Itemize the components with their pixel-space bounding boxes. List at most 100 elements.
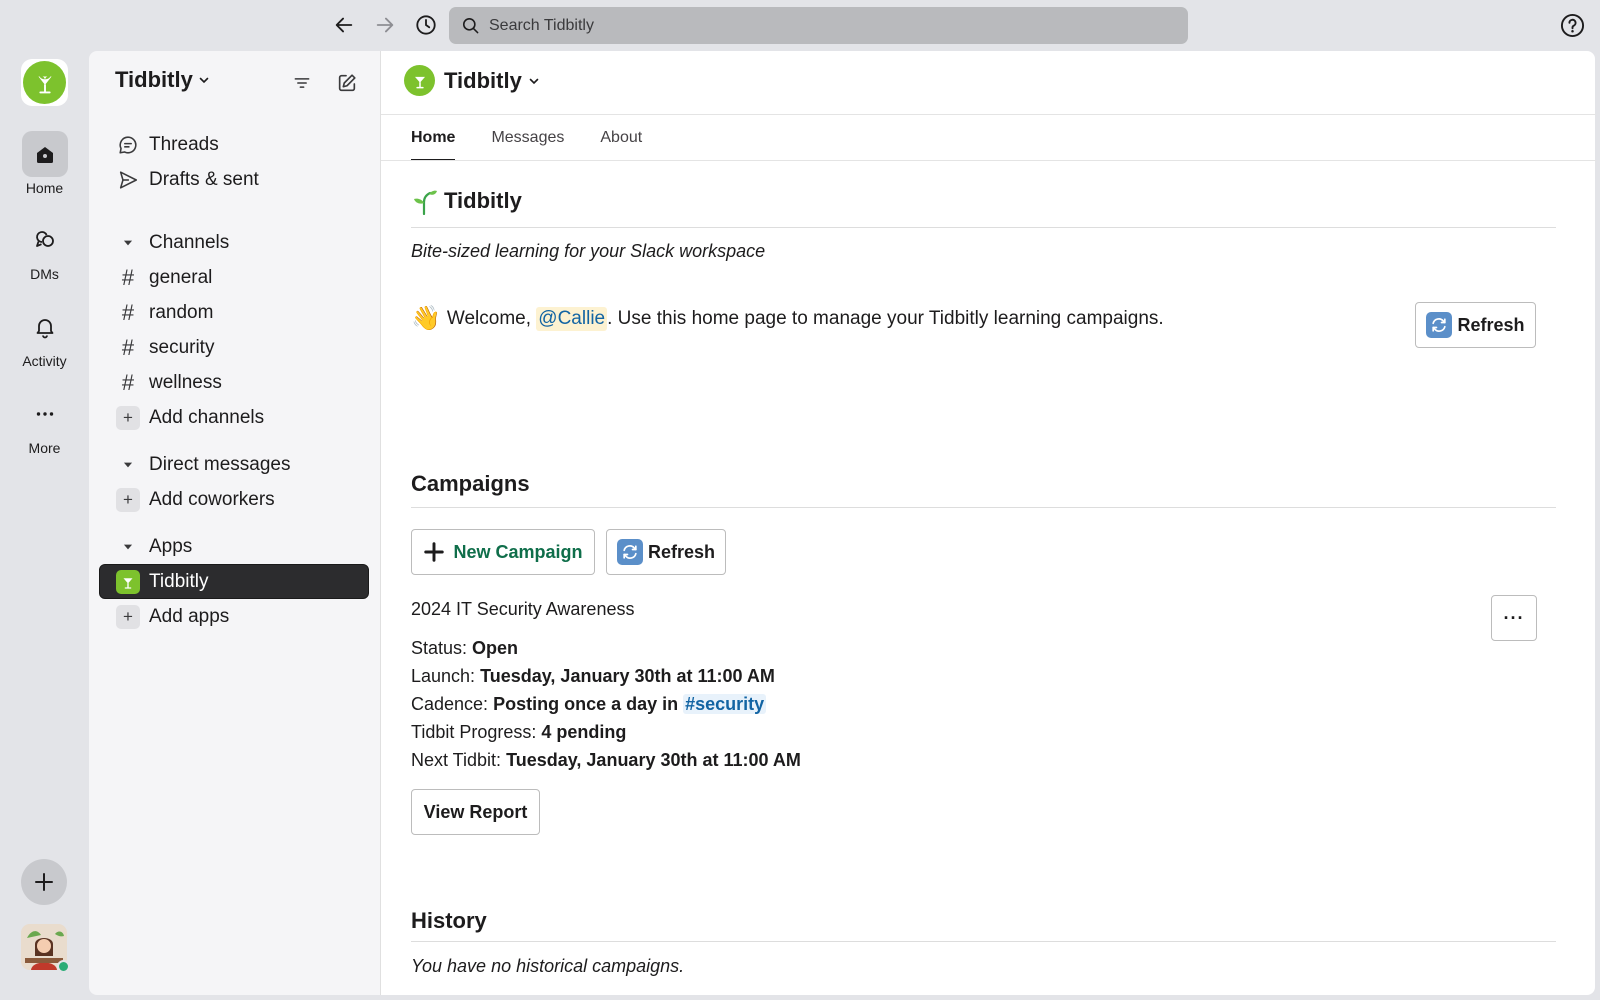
send-icon: [116, 168, 140, 192]
tab-home[interactable]: Home: [411, 115, 456, 161]
sidebar-item-tidbitly[interactable]: Tidbitly: [99, 564, 369, 599]
workspace-menu[interactable]: Tidbitly: [115, 67, 210, 93]
rail-dms-label: DMs: [30, 266, 59, 282]
campaign-status: Status: Open: [411, 638, 518, 659]
sidebar-item-random[interactable]: # random: [89, 295, 380, 330]
refresh-button[interactable]: Refresh: [1415, 302, 1536, 348]
sidebar-list: Threads Drafts & sent Channels # general…: [89, 127, 380, 634]
app-header[interactable]: Tidbitly: [404, 65, 540, 96]
seedling-icon: [414, 190, 437, 215]
user-avatar[interactable]: [21, 924, 70, 973]
add-channels-button[interactable]: + Add channels: [89, 400, 380, 435]
rail-more[interactable]: More: [0, 391, 89, 456]
waving-hand-icon: 👋: [411, 305, 441, 332]
more-icon: [22, 391, 68, 437]
sidebar-item-security[interactable]: # security: [89, 330, 380, 365]
history-empty-message: You have no historical campaigns.: [411, 956, 685, 976]
progress-label: Tidbit Progress:: [411, 722, 537, 742]
plus-icon: [424, 542, 445, 562]
campaign-overflow-button[interactable]: ···: [1491, 595, 1537, 641]
tagline: Bite-sized learning for your Slack works…: [411, 241, 766, 261]
hash-icon: #: [121, 334, 135, 360]
chevron-down-icon: [529, 78, 539, 84]
view-report-button[interactable]: View Report: [411, 789, 540, 835]
refresh-label: Refresh: [1457, 314, 1525, 335]
campaign-name: 2024 IT Security Awareness: [411, 599, 635, 619]
history-clock-icon[interactable]: [413, 12, 439, 38]
campaign-launch: Launch: Tuesday, January 30th at 11:00 A…: [411, 666, 775, 687]
add-apps-button[interactable]: + Add apps: [89, 599, 380, 634]
sidebar-item-drafts[interactable]: Drafts & sent: [89, 162, 380, 197]
welcome-prefix: Welcome,: [446, 307, 532, 329]
sidebar-item-label: Threads: [149, 133, 219, 155]
rail-activity[interactable]: Activity: [0, 304, 89, 369]
forward-arrow-icon[interactable]: [372, 12, 398, 38]
channels-section-toggle[interactable]: Channels: [89, 225, 380, 260]
channel-name: wellness: [149, 371, 222, 393]
rail-home[interactable]: Home: [0, 131, 89, 196]
tab-about[interactable]: About: [600, 115, 642, 161]
apps-section-toggle[interactable]: Apps: [89, 529, 380, 564]
welcome-message: 👋 Welcome, @Callie. Use this home page t…: [411, 304, 1164, 333]
launch-value: Tuesday, January 30th at 11:00 AM: [480, 666, 775, 686]
rail-activity-label: Activity: [22, 353, 67, 369]
plus-icon: [35, 873, 53, 891]
workspace-name: Tidbitly: [115, 67, 193, 92]
search-icon: [462, 17, 479, 34]
cadence-value: Posting once a day in: [493, 694, 679, 714]
welcome-suffix: . Use this home page to manage your Tidb…: [607, 307, 1164, 329]
app-tabs: Home Messages About: [411, 115, 678, 161]
refresh-icon: [616, 539, 643, 565]
plus-icon: +: [116, 405, 140, 430]
campaign-next-tidbit: Next Tidbit: Tuesday, January 30th at 11…: [411, 750, 801, 771]
add-coworkers-button[interactable]: + Add coworkers: [89, 482, 380, 517]
app-name: Tidbitly: [149, 570, 209, 592]
campaigns-heading: Campaigns: [411, 471, 530, 496]
hash-icon: #: [121, 369, 135, 395]
add-apps-label: Add apps: [149, 605, 230, 627]
workspace-logo[interactable]: [21, 59, 68, 106]
channel-name: security: [149, 336, 215, 358]
app-title: Tidbitly: [444, 67, 522, 93]
sidebar-item-label: Drafts & sent: [149, 168, 259, 190]
back-arrow-icon[interactable]: [331, 12, 357, 38]
rail-more-label: More: [28, 440, 61, 456]
chevron-down-icon: [199, 77, 209, 84]
plus-icon: +: [116, 604, 140, 629]
plus-icon: +: [116, 487, 140, 512]
help-icon[interactable]: [1560, 13, 1585, 38]
dms-header: Direct messages: [149, 453, 291, 475]
channel-name: general: [149, 266, 213, 288]
rail-home-label: Home: [25, 180, 64, 196]
caret-down-icon: [116, 231, 140, 255]
threads-icon: [116, 133, 140, 157]
sidebar-item-general[interactable]: # general: [89, 260, 380, 295]
compose-icon[interactable]: [335, 71, 359, 95]
next-value: Tuesday, January 30th at 11:00 AM: [506, 750, 801, 770]
channel-link-security[interactable]: #security: [683, 694, 767, 714]
dms-section-toggle[interactable]: Direct messages: [89, 447, 380, 482]
sidebar-item-threads[interactable]: Threads: [89, 127, 380, 162]
create-new-button[interactable]: [21, 859, 67, 905]
caret-down-icon: [116, 453, 140, 477]
search-bar[interactable]: [449, 7, 1188, 44]
campaign-cadence: Cadence: Posting once a day in #security: [411, 694, 767, 715]
workspace-rail: Home DMs Activity More: [0, 51, 89, 1000]
sidebar-item-wellness[interactable]: # wellness: [89, 365, 380, 400]
home-heading: Tidbitly: [411, 187, 522, 215]
rail-dms[interactable]: DMs: [0, 217, 89, 282]
filter-icon[interactable]: [290, 71, 314, 95]
user-mention[interactable]: @Callie: [536, 306, 608, 331]
campaigns-refresh-button[interactable]: Refresh: [606, 529, 726, 575]
app-home-pane: Tidbitly Home Messages About Tidbitly Bi…: [380, 51, 1596, 995]
search-input[interactable]: [489, 16, 1169, 35]
tidbitly-app-icon: [116, 569, 140, 594]
heading-title: Tidbitly: [444, 188, 522, 213]
tab-messages[interactable]: Messages: [491, 115, 564, 161]
new-campaign-button[interactable]: New Campaign: [411, 529, 595, 575]
channels-header: Channels: [149, 231, 230, 253]
home-icon: [21, 131, 68, 177]
channel-name: random: [149, 301, 214, 323]
status-label: Status:: [411, 638, 468, 658]
channel-sidebar: Tidbitly Threads Drafts & sent Channels: [89, 51, 380, 995]
